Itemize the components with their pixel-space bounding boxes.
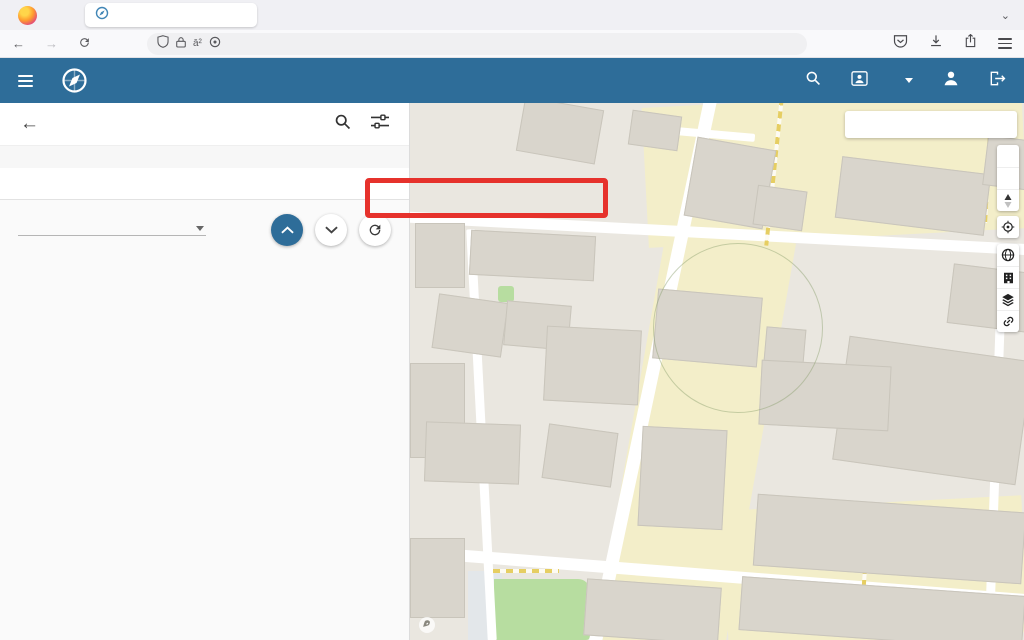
annotation-highlight-box	[365, 178, 608, 218]
locate-icon	[997, 216, 1019, 238]
breadcrumb	[0, 145, 409, 168]
map-building	[752, 185, 807, 232]
sort-descending-button[interactable]	[315, 214, 347, 246]
back-icon[interactable]: ←	[12, 36, 25, 51]
inbox-icon[interactable]	[851, 71, 868, 91]
map-building	[628, 110, 682, 152]
permissions-icon[interactable]: ā²	[193, 38, 202, 49]
link-button[interactable]	[997, 310, 1019, 332]
map-building	[410, 538, 465, 618]
map-building	[415, 223, 465, 288]
browser-tab[interactable]	[85, 3, 257, 27]
order-by-select[interactable]	[18, 223, 206, 236]
forward-icon[interactable]: →	[45, 36, 58, 51]
sort-ascending-button[interactable]	[271, 214, 303, 246]
pocket-icon[interactable]	[893, 34, 908, 53]
browser-chrome: ⌄ ← → ā²	[0, 0, 1024, 58]
reload-icon[interactable]	[78, 36, 91, 52]
list-tabs-chevron-icon[interactable]: ⌄	[1001, 9, 1010, 22]
firefox-icon[interactable]	[18, 6, 37, 25]
url-bar: ← → ā²	[0, 30, 1024, 58]
navbar-search-icon[interactable]	[805, 70, 821, 91]
compass-icon	[61, 67, 88, 94]
browser-tab-bar: ⌄	[0, 0, 1024, 30]
task-radius-circle	[653, 243, 823, 413]
buildings-3d-button[interactable]	[997, 266, 1019, 288]
mapbox-circle-icon	[418, 616, 436, 634]
map-park	[498, 286, 514, 302]
map-cycle-path	[493, 569, 559, 573]
refresh-button[interactable]	[359, 214, 391, 246]
account-icon[interactable]	[943, 70, 959, 91]
app-menu-icon[interactable]	[998, 38, 1012, 49]
sidebar-menu-icon[interactable]	[18, 75, 33, 87]
tasks-search-icon[interactable]	[334, 113, 351, 135]
zoom-in-button[interactable]	[997, 145, 1019, 167]
lock-icon[interactable]	[176, 35, 186, 53]
map-park	[494, 579, 590, 640]
map-building	[583, 578, 722, 640]
shield-icon[interactable]	[157, 35, 169, 53]
globe-button[interactable]	[997, 244, 1019, 266]
map-zoom-controls	[997, 145, 1019, 211]
map-building	[432, 293, 509, 357]
site-favicon	[95, 6, 109, 25]
layers-button[interactable]	[997, 288, 1019, 310]
downloads-icon[interactable]	[929, 34, 943, 53]
url-field[interactable]: ā²	[147, 33, 807, 55]
mapbox-logo[interactable]	[418, 616, 440, 634]
share-page-icon[interactable]	[964, 34, 977, 53]
map-search-input[interactable]	[845, 111, 1017, 138]
map-building	[637, 426, 727, 530]
map-building	[424, 421, 521, 484]
logout-icon[interactable]	[989, 71, 1006, 91]
tasks-panel: ←	[0, 103, 410, 640]
filter-tune-icon[interactable]	[371, 114, 389, 134]
map-layer-controls	[997, 244, 1019, 332]
language-selector[interactable]	[898, 78, 913, 83]
chevron-down-icon	[196, 226, 204, 231]
app-navbar	[0, 58, 1024, 103]
back-arrow-button[interactable]: ←	[20, 113, 39, 135]
map-building	[516, 103, 604, 165]
mcm-logo[interactable]	[59, 67, 90, 94]
map-building	[543, 326, 642, 406]
map-building	[469, 230, 596, 281]
map-building	[542, 423, 619, 487]
location-permission-icon[interactable]	[209, 35, 221, 53]
task-tabs	[0, 168, 409, 200]
locate-control[interactable]	[997, 216, 1019, 238]
compass-control[interactable]	[997, 189, 1019, 211]
chevron-down-icon	[905, 78, 913, 83]
zoom-out-button[interactable]	[997, 167, 1019, 189]
